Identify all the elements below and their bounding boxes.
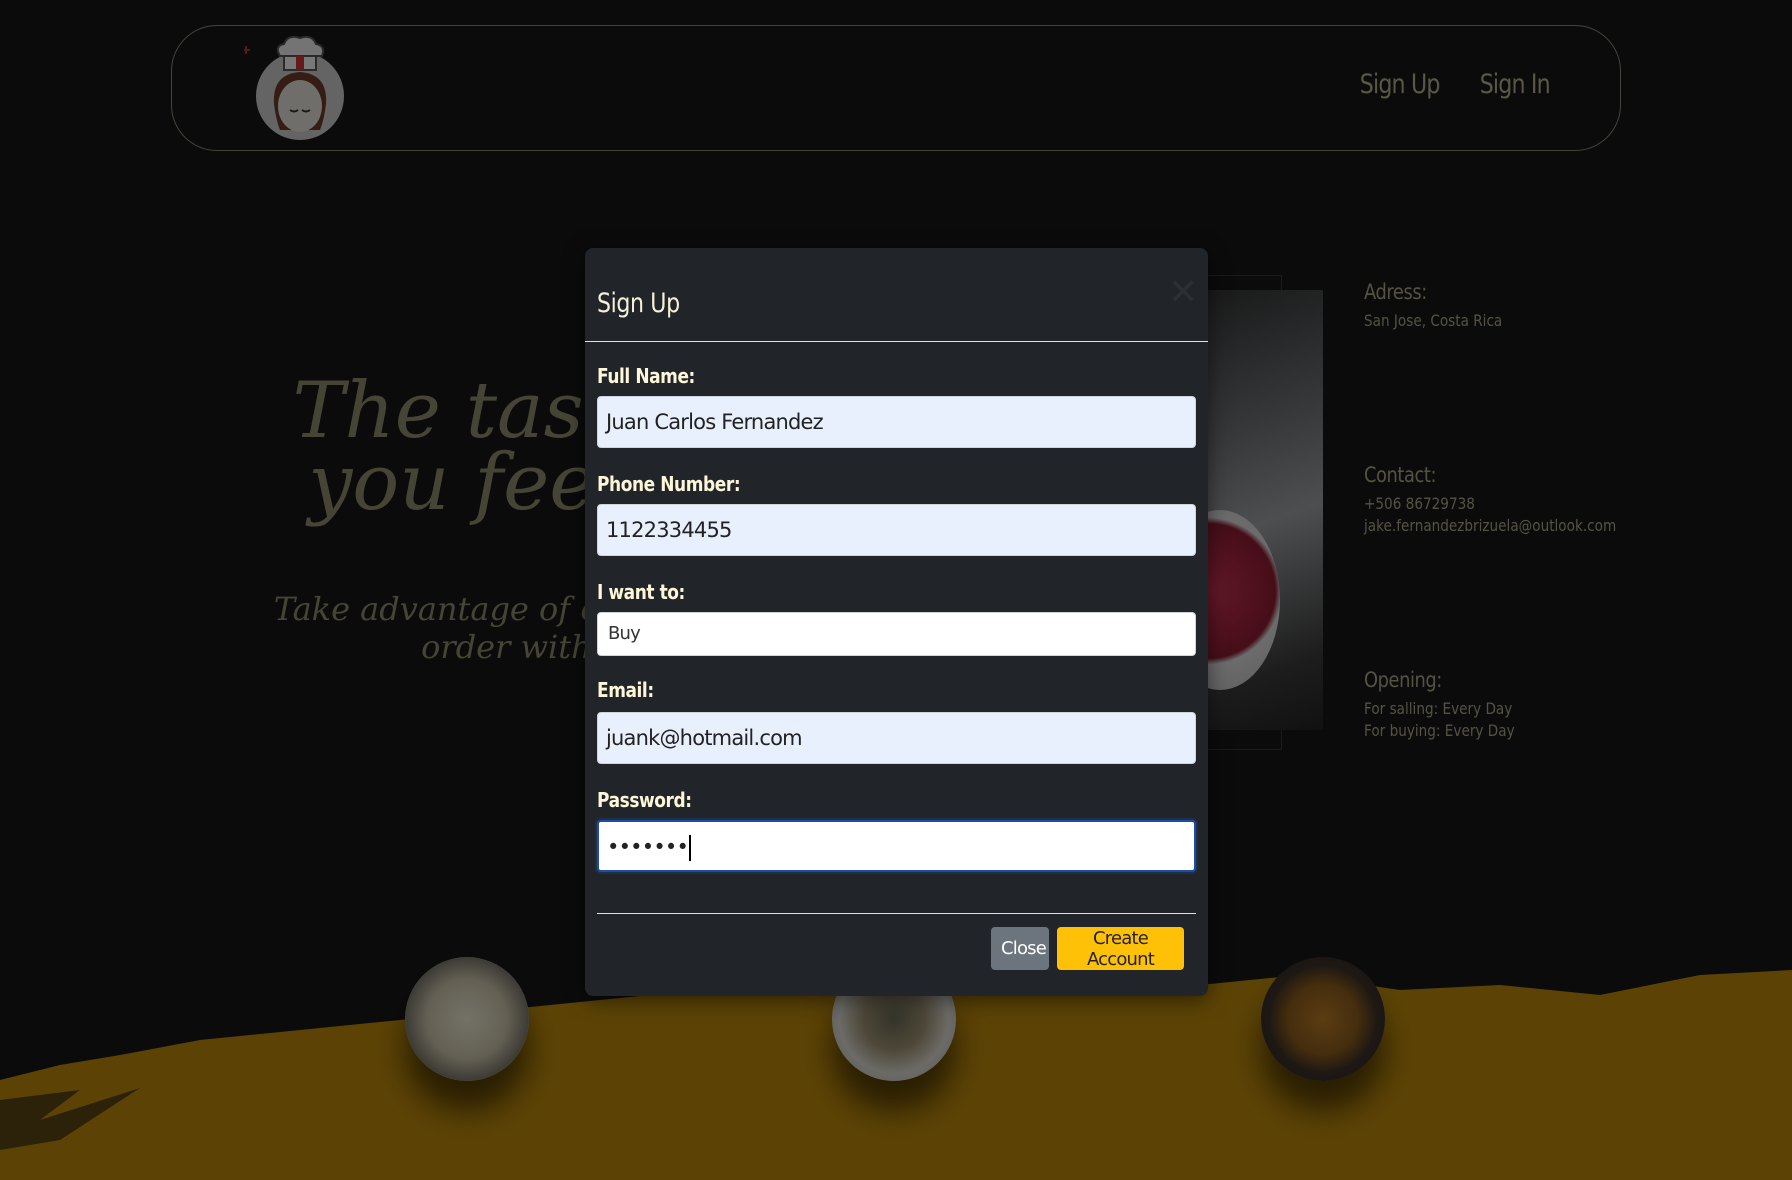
close-icon[interactable]: ✕ (1168, 275, 1198, 311)
want-label: I want to: (597, 580, 685, 604)
want-select[interactable]: Buy (597, 612, 1196, 656)
sign-up-modal: Sign Up ✕ Full Name: Juan Carlos Fernand… (585, 248, 1208, 996)
modal-title: Sign Up (597, 288, 680, 319)
email-input[interactable]: juank@hotmail.com (597, 712, 1196, 764)
full-name-input[interactable]: Juan Carlos Fernandez (597, 396, 1196, 448)
modal-header: Sign Up ✕ (585, 248, 1208, 342)
password-label: Password: (597, 788, 692, 812)
password-value: ••••••• (607, 835, 689, 859)
full-name-label: Full Name: (597, 364, 695, 388)
phone-input[interactable]: 1122334455 (597, 504, 1196, 556)
email-label: Email: (597, 678, 654, 702)
phone-label: Phone Number: (597, 472, 741, 496)
text-cursor (689, 835, 692, 861)
create-account-button[interactable]: Create Account (1057, 927, 1184, 970)
page: Sign Up Sign In The taste th you feel Au… (0, 0, 1792, 1180)
password-input[interactable]: ••••••• (597, 820, 1196, 872)
modal-body: Full Name: Juan Carlos Fernandez Phone N… (585, 364, 1208, 872)
modal-footer: Close Create Account (597, 913, 1196, 996)
close-button[interactable]: Close (991, 927, 1049, 970)
